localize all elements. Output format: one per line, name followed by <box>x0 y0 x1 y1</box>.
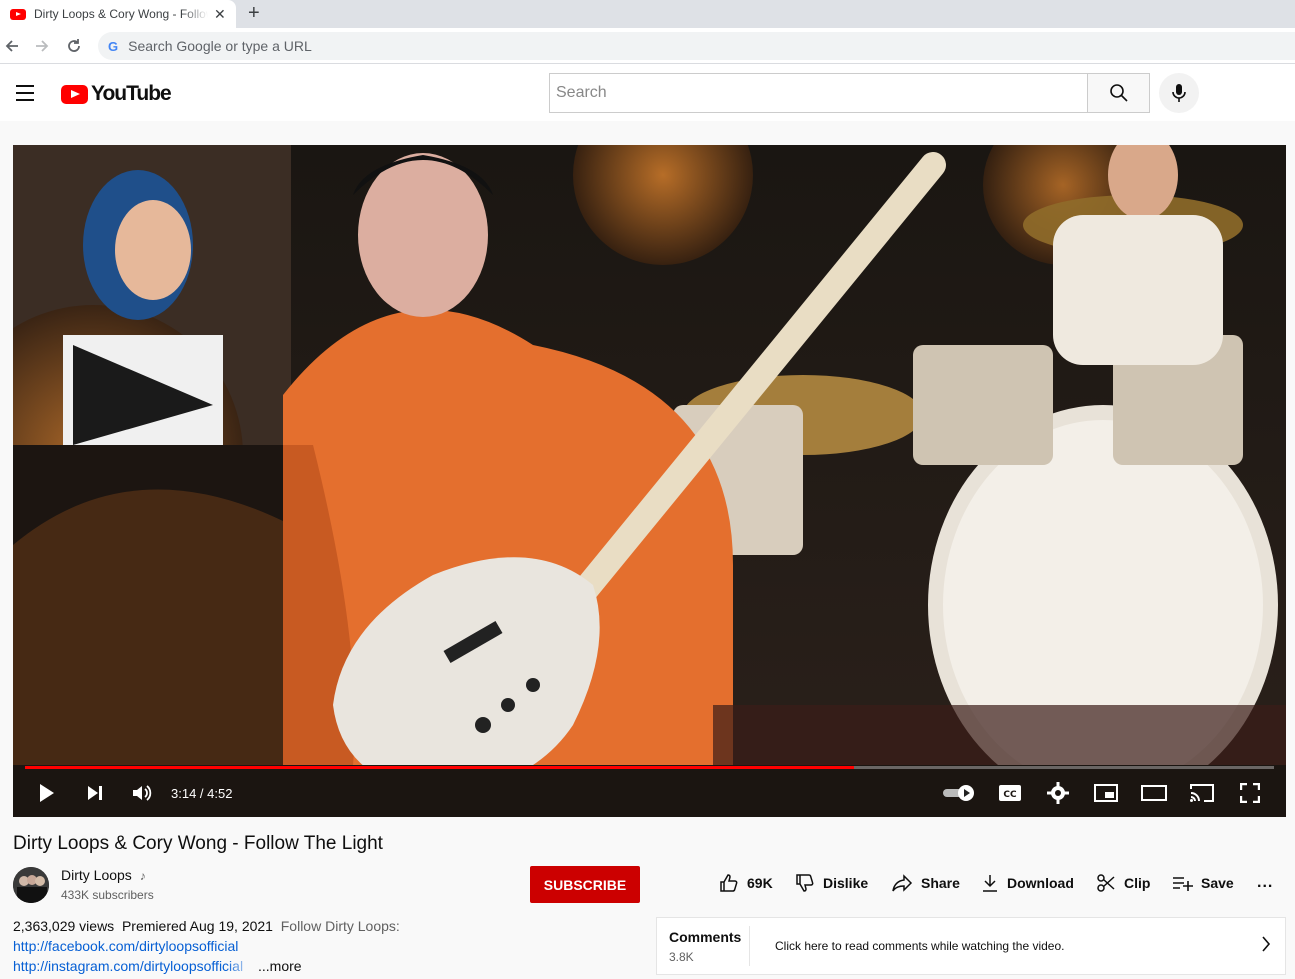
youtube-logo[interactable]: YouTube <box>61 82 172 106</box>
progress-bar[interactable] <box>25 766 1274 769</box>
skip-next-icon <box>88 786 102 800</box>
cast-button[interactable] <box>1188 781 1216 805</box>
forward-arrow-icon[interactable] <box>30 34 54 58</box>
share-label: Share <box>921 875 960 891</box>
description-more-link[interactable]: ...more <box>258 958 302 974</box>
youtube-header: YouTube Search <box>0 65 1295 121</box>
hamburger-menu-icon[interactable] <box>16 85 34 101</box>
comments-hint: Click here to read comments while watchi… <box>775 939 1065 953</box>
gear-icon <box>1047 782 1069 804</box>
description-summary[interactable]: 2,363,029 views Premiered Aug 19, 2021 F… <box>13 918 400 934</box>
clip-label: Clip <box>1124 875 1151 891</box>
dislike-button[interactable]: Dislike <box>795 872 868 894</box>
download-label: Download <box>1007 875 1074 891</box>
save-button[interactable]: Save <box>1171 872 1234 894</box>
miniplayer-button[interactable] <box>1093 781 1119 805</box>
omnibox-placeholder: Search Google or type a URL <box>128 38 312 54</box>
next-button[interactable] <box>83 781 107 805</box>
youtube-logo-text: YouTube <box>91 82 172 105</box>
chevron-right-icon <box>1261 935 1271 958</box>
instagram-link[interactable]: http://instagram.com/dirtyloopsofficial <box>13 958 255 974</box>
share-icon <box>892 874 913 892</box>
comments-title: Comments <box>669 929 742 945</box>
description-snippet: Follow Dirty Loops: <box>280 918 400 934</box>
thumbs-up-icon <box>720 874 738 892</box>
svg-text:CC: CC <box>1003 790 1017 800</box>
comments-panel[interactable]: Comments 3.8K Click here to read comment… <box>656 917 1286 975</box>
premiere-date: Premiered Aug 19, 2021 <box>121 918 273 934</box>
subscribe-button[interactable]: SUBSCRIBE <box>530 866 640 903</box>
new-tab-button[interactable]: + <box>248 0 260 28</box>
music-note-icon: ♪ <box>139 869 146 883</box>
video-title: Dirty Loops & Cory Wong - Follow The Lig… <box>13 833 383 854</box>
search-button[interactable] <box>1087 73 1150 113</box>
download-icon <box>983 875 997 892</box>
share-button[interactable]: Share <box>891 872 960 894</box>
comments-count: 3.8K <box>669 950 694 964</box>
autoplay-toggle[interactable] <box>941 781 977 805</box>
facebook-link[interactable]: http://facebook.com/dirtyloopsofficial <box>13 938 238 954</box>
save-label: Save <box>1201 875 1234 891</box>
volume-button[interactable] <box>129 781 155 805</box>
google-g-icon: G <box>108 38 119 54</box>
view-count: 2,363,029 views <box>13 918 115 934</box>
like-button[interactable]: 69K <box>719 872 773 894</box>
settings-button[interactable] <box>1045 781 1071 805</box>
theater-mode-icon <box>1141 785 1167 801</box>
search-input[interactable]: Search <box>549 73 1088 113</box>
omnibox[interactable]: G Search Google or type a URL <box>98 32 1295 60</box>
comments-divider <box>749 926 750 966</box>
channel-name[interactable]: Dirty Loops ♪ <box>61 867 146 883</box>
search-icon <box>1109 84 1128 102</box>
more-actions-icon: ... <box>1257 874 1274 891</box>
microphone-icon <box>1172 84 1186 102</box>
play-icon <box>40 784 54 802</box>
browser-tab-strip: Dirty Loops & Cory Wong - Follow The Lig… <box>0 0 1295 28</box>
progress-played <box>25 766 855 769</box>
more-actions-button[interactable]: ... <box>1257 872 1273 894</box>
back-arrow-icon[interactable] <box>0 34 24 58</box>
scissors-icon <box>1097 874 1115 892</box>
voice-search-button[interactable] <box>1159 73 1199 113</box>
video-player[interactable]: 3:14 / 4:52 CC <box>13 145 1286 817</box>
time-display: 3:14 / 4:52 <box>171 786 233 801</box>
miniplayer-icon <box>1094 784 1118 802</box>
like-count: 69K <box>747 875 773 891</box>
youtube-play-logo-icon <box>61 84 88 104</box>
fullscreen-button[interactable] <box>1237 781 1263 805</box>
captions-button[interactable]: CC <box>997 781 1023 805</box>
play-button[interactable] <box>35 781 59 805</box>
browser-toolbar: G Search Google or type a URL <box>0 28 1295 64</box>
subscriber-count: 433K subscribers <box>61 888 154 902</box>
tab-close-icon[interactable]: ✕ <box>214 6 226 23</box>
video-frame <box>13 145 1286 765</box>
clip-button[interactable]: Clip <box>1096 872 1150 894</box>
autoplay-icon <box>943 785 974 801</box>
thumbs-down-icon <box>796 874 814 892</box>
closed-captions-icon: CC <box>999 785 1021 801</box>
youtube-favicon-icon <box>10 8 26 20</box>
browser-tab[interactable]: Dirty Loops & Cory Wong - Follow The Lig… <box>0 0 236 28</box>
playlist-add-icon <box>1173 877 1193 891</box>
channel-name-text: Dirty Loops <box>61 867 132 883</box>
player-controls: 3:14 / 4:52 CC <box>13 775 1286 811</box>
tab-title: Dirty Loops & Cory Wong - Follow The Lig… <box>34 7 208 21</box>
reload-icon[interactable] <box>62 34 86 58</box>
cast-icon <box>1190 784 1214 802</box>
fullscreen-icon <box>1240 783 1260 803</box>
theater-mode-button[interactable] <box>1140 781 1168 805</box>
volume-icon <box>133 785 152 801</box>
dislike-label: Dislike <box>823 875 869 891</box>
download-button[interactable]: Download <box>981 872 1074 894</box>
search-placeholder: Search <box>556 84 607 101</box>
channel-avatar[interactable] <box>13 867 49 903</box>
